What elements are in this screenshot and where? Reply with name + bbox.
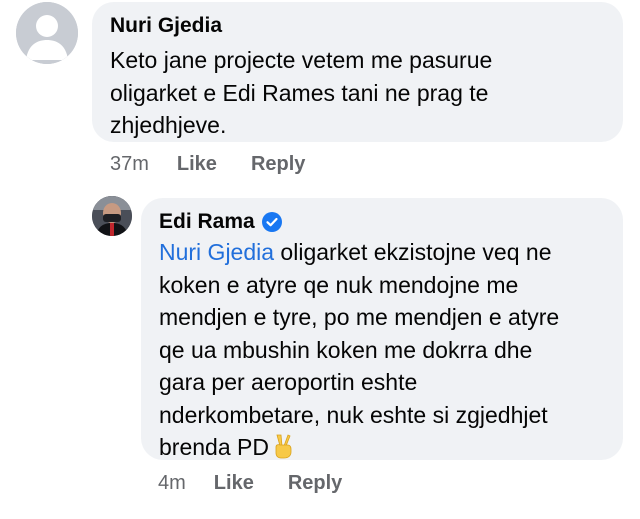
reply-line-last: brenda PD <box>159 431 619 464</box>
reply-line: gara per aeroportin eshte <box>159 369 418 395</box>
mention-link[interactable]: Nuri Gjedia <box>159 239 274 265</box>
like-button[interactable]: Like <box>177 153 217 176</box>
reply-actions: 4m Like Reply <box>158 472 376 495</box>
reply-line: nderkombetare, nuk eshte si zgjedhjet <box>159 401 548 428</box>
comment-timestamp[interactable]: 37m <box>110 153 149 176</box>
victory-hand-emoji-icon <box>275 434 292 459</box>
reply-line: mendjen e tyre, po me mendjen e atyre <box>159 304 560 330</box>
verified-badge-icon <box>261 212 282 232</box>
reply-author-row: Edi Rama <box>159 210 282 234</box>
reply-line: koken e atyre qe nuk mendojne me <box>159 271 519 298</box>
default-avatar-icon <box>16 2 78 64</box>
comment-line: oligarket e Edi Rames tani ne prag te <box>110 79 489 106</box>
reply-author[interactable]: Edi Rama <box>159 210 255 234</box>
avatar-nuri-gjedia[interactable] <box>16 2 78 64</box>
reply-line: Nuri Gjedia oligarket ekzistojne veq ne <box>159 239 552 265</box>
comment-line: Keto jane projecte vetem me pasurue <box>110 47 493 73</box>
like-button[interactable]: Like <box>214 472 254 495</box>
comment-actions: 37m Like Reply <box>110 153 339 176</box>
reply-text: Nuri Gjedia oligarket ekzistojne veq ne … <box>159 236 619 464</box>
reply-button[interactable]: Reply <box>251 153 305 176</box>
reply-line: qe ua mbushin koken me dokrra dhe <box>159 336 533 363</box>
reply-bubble: Edi Rama Nuri Gjedia oligarket ekzistojn… <box>141 198 623 460</box>
comment-author[interactable]: Nuri Gjedia <box>110 14 222 38</box>
reply-button[interactable]: Reply <box>288 472 342 495</box>
profile-photo-icon <box>92 196 132 236</box>
comment-text: Keto jane projecte vetem me pasurue olig… <box>110 44 615 142</box>
comment-bubble: Nuri Gjedia Keto jane projecte vetem me … <box>92 2 623 142</box>
comment-line: zhjedhjeve. <box>110 112 227 138</box>
reply-timestamp[interactable]: 4m <box>158 472 186 495</box>
avatar-edi-rama[interactable] <box>92 196 132 236</box>
